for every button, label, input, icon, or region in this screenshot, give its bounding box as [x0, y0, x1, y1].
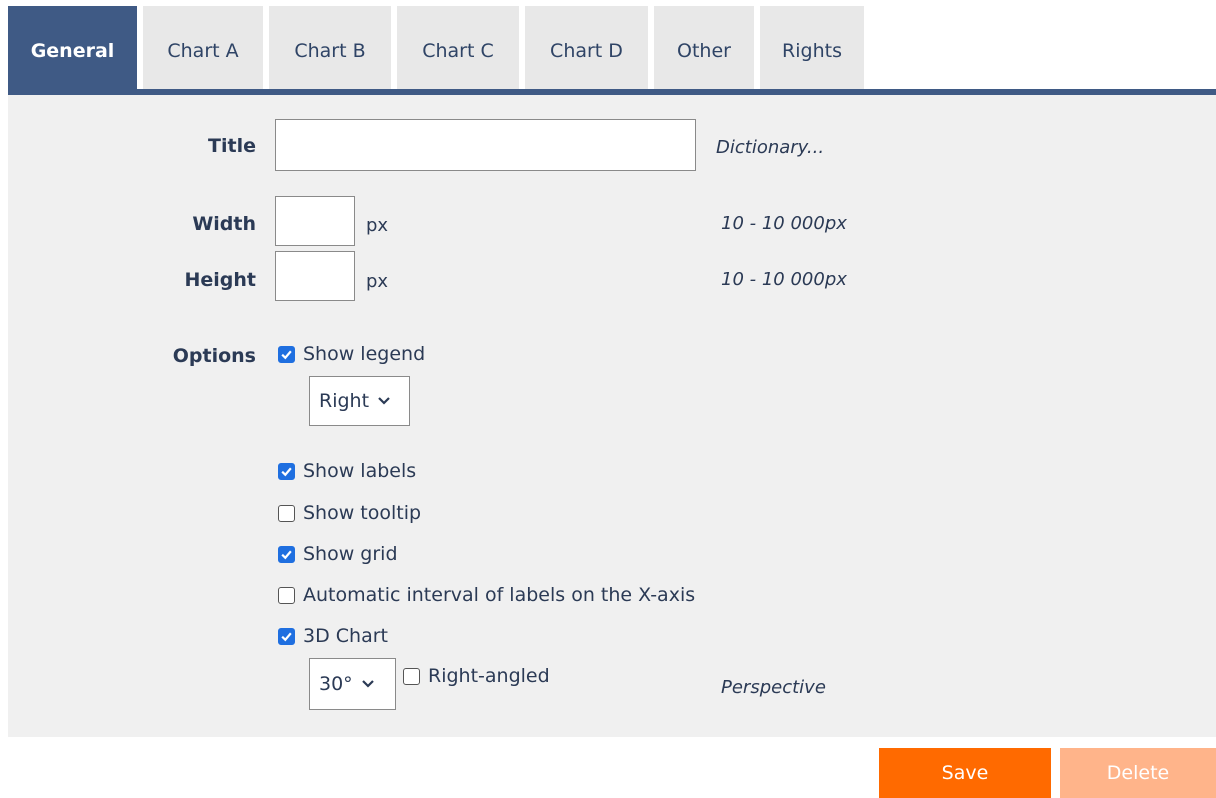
tab-general-label: General — [30, 39, 115, 62]
show-grid-label: Show grid — [303, 543, 398, 565]
delete-button[interactable]: Delete — [1060, 748, 1216, 798]
tab-other[interactable]: Other — [654, 6, 754, 95]
title-label: Title — [208, 135, 256, 157]
tab-chart-c[interactable]: Chart C — [397, 6, 519, 95]
show-labels-option[interactable]: Show labels — [278, 460, 416, 482]
tab-chart-a[interactable]: Chart A — [143, 6, 263, 95]
auto-interval-label: Automatic interval of labels on the X-ax… — [303, 584, 696, 606]
show-legend-label: Show legend — [303, 343, 426, 365]
tab-rights[interactable]: Rights — [760, 6, 864, 95]
height-input[interactable] — [275, 251, 355, 301]
title-input[interactable] — [275, 119, 696, 171]
width-range-hint: 10 - 10 000px — [721, 213, 847, 234]
show-labels-label: Show labels — [303, 460, 417, 482]
show-legend-option[interactable]: Show legend — [278, 343, 425, 365]
auto-interval-checkbox[interactable] — [278, 586, 295, 604]
auto-interval-option[interactable]: Automatic interval of labels on the X-ax… — [278, 584, 695, 606]
tab-chart-c-label: Chart C — [422, 39, 494, 62]
right-angled-option[interactable]: Right-angled — [403, 665, 550, 687]
chevron-down-icon — [378, 397, 390, 405]
tab-general[interactable]: General — [8, 6, 137, 95]
chart-3d-checkbox[interactable] — [278, 627, 295, 645]
show-legend-checkbox[interactable] — [278, 345, 295, 363]
width-unit: px — [366, 215, 389, 236]
show-grid-option[interactable]: Show grid — [278, 543, 398, 565]
right-angled-checkbox[interactable] — [403, 667, 420, 685]
tab-chart-d-label: Chart D — [550, 39, 623, 62]
width-input[interactable] — [275, 196, 355, 246]
tab-chart-b-label: Chart B — [294, 39, 366, 62]
chart-3d-label: 3D Chart — [303, 625, 388, 647]
tab-chart-d[interactable]: Chart D — [525, 6, 648, 95]
tab-other-label: Other — [677, 39, 731, 62]
height-unit: px — [366, 271, 389, 292]
tab-rights-label: Rights — [782, 39, 842, 62]
angle-value: 30° — [319, 673, 353, 695]
chevron-down-icon — [361, 680, 374, 688]
show-labels-checkbox[interactable] — [278, 462, 295, 480]
angle-select[interactable]: 30° — [309, 658, 396, 710]
height-label: Height — [184, 269, 256, 291]
right-angled-label: Right-angled — [428, 665, 550, 687]
tab-chart-a-label: Chart A — [167, 39, 239, 62]
save-button[interactable]: Save — [879, 748, 1051, 798]
show-tooltip-checkbox[interactable] — [278, 504, 295, 522]
show-grid-checkbox[interactable] — [278, 545, 295, 563]
perspective-hint: Perspective — [721, 677, 826, 698]
width-label: Width — [192, 213, 256, 235]
height-range-hint: 10 - 10 000px — [721, 269, 847, 290]
dictionary-link[interactable]: Dictionary... — [716, 137, 824, 158]
show-tooltip-option[interactable]: Show tooltip — [278, 502, 421, 524]
chart-3d-option[interactable]: 3D Chart — [278, 625, 388, 647]
options-label: Options — [172, 345, 256, 367]
general-panel: Title Dictionary... Width px 10 - 10 000… — [8, 95, 1216, 737]
show-tooltip-label: Show tooltip — [303, 502, 422, 524]
tab-chart-b[interactable]: Chart B — [269, 6, 391, 95]
legend-position-value: Right — [319, 390, 370, 412]
tab-bar: General Chart A Chart B Chart C Chart D … — [8, 6, 870, 95]
legend-position-select[interactable]: Right — [309, 376, 410, 426]
